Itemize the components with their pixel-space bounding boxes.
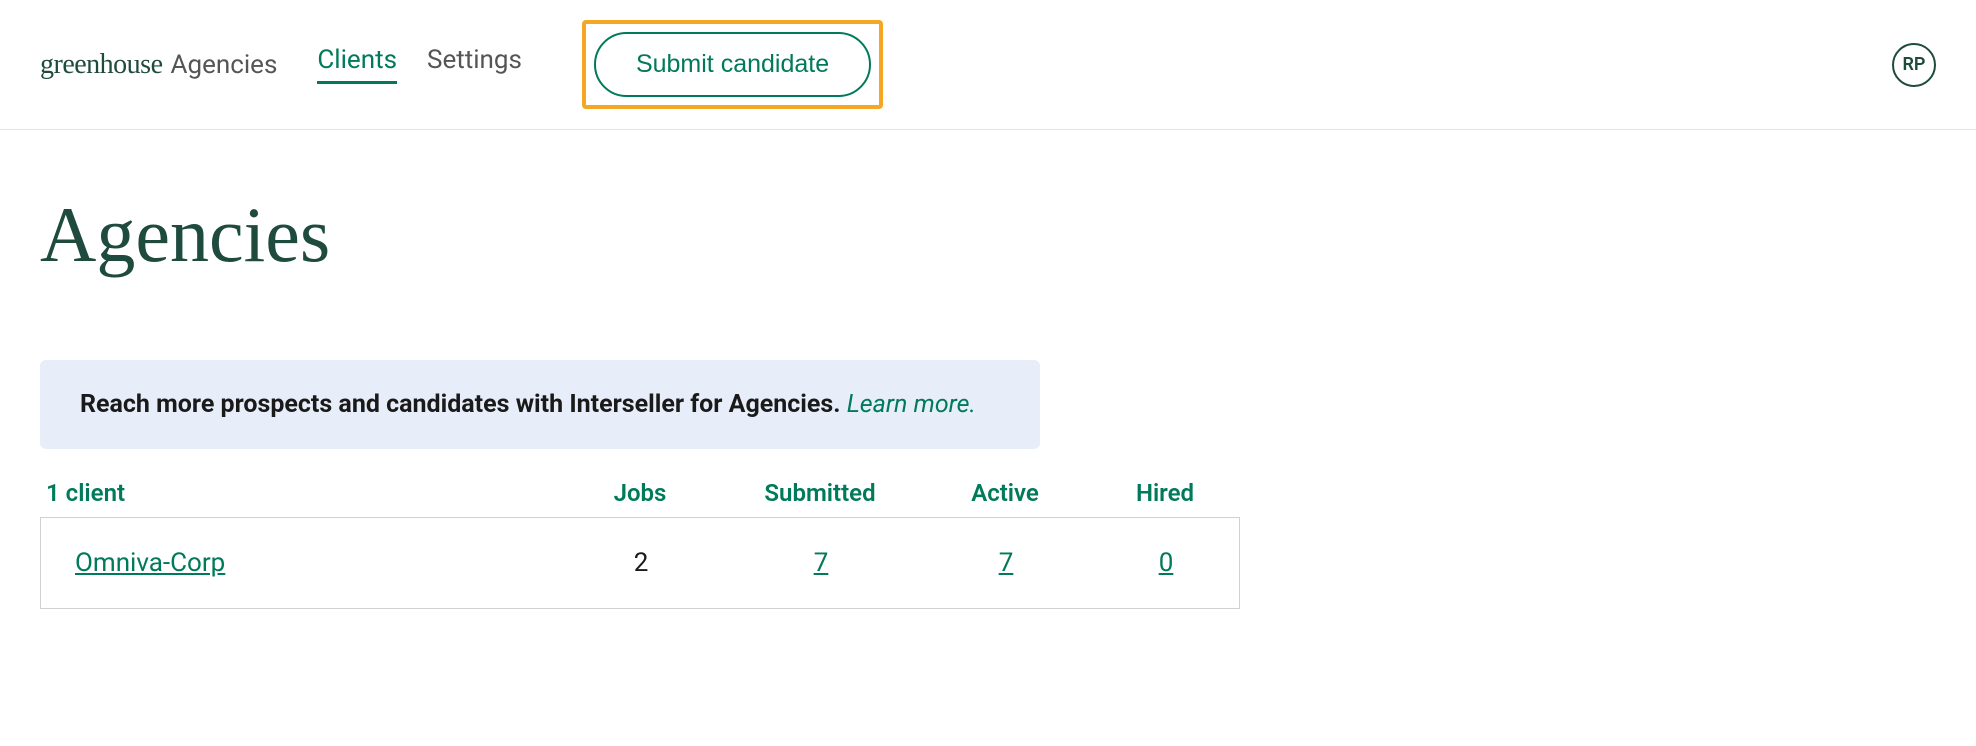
- banner-learn-more-link[interactable]: Learn more.: [847, 390, 976, 419]
- logo[interactable]: greenhouse Agencies: [40, 49, 277, 81]
- submitted-link[interactable]: 7: [814, 548, 829, 578]
- nav-clients[interactable]: Clients: [317, 45, 397, 84]
- cell-submitted: 7: [721, 548, 921, 578]
- col-header-jobs[interactable]: Jobs: [560, 479, 720, 507]
- client-link[interactable]: Omniva-Corp: [75, 548, 225, 578]
- submit-candidate-button[interactable]: Submit candidate: [594, 32, 871, 97]
- hired-link[interactable]: 0: [1159, 548, 1174, 578]
- logo-brand: greenhouse: [40, 49, 163, 81]
- col-header-submitted[interactable]: Submitted: [720, 479, 920, 507]
- cell-active: 7: [921, 548, 1091, 578]
- col-header-active[interactable]: Active: [920, 479, 1090, 507]
- cell-jobs: 2: [561, 548, 721, 578]
- col-header-hired[interactable]: Hired: [1090, 479, 1240, 507]
- table-body: Omniva-Corp 2 7 7 0: [40, 517, 1240, 609]
- clients-table: 1 client Jobs Submitted Active Hired Omn…: [40, 469, 1240, 609]
- logo-suffix: Agencies: [171, 50, 278, 80]
- page-title: Agencies: [40, 190, 1936, 280]
- banner-text: Reach more prospects and candidates with…: [80, 390, 841, 419]
- promo-banner: Reach more prospects and candidates with…: [40, 360, 1040, 449]
- top-nav: Clients Settings Submit candidate: [317, 20, 883, 109]
- table-header: 1 client Jobs Submitted Active Hired: [40, 469, 1240, 517]
- cell-client-name: Omniva-Corp: [41, 548, 561, 578]
- header: greenhouse Agencies Clients Settings Sub…: [0, 0, 1976, 130]
- col-header-name: 1 client: [40, 479, 560, 507]
- submit-highlight: Submit candidate: [582, 20, 883, 109]
- cell-hired: 0: [1091, 548, 1241, 578]
- table-row: Omniva-Corp 2 7 7 0: [41, 518, 1239, 608]
- nav-settings[interactable]: Settings: [427, 45, 522, 84]
- user-avatar[interactable]: RP: [1892, 43, 1936, 87]
- main-content: Agencies Reach more prospects and candid…: [0, 130, 1976, 669]
- active-link[interactable]: 7: [999, 548, 1014, 578]
